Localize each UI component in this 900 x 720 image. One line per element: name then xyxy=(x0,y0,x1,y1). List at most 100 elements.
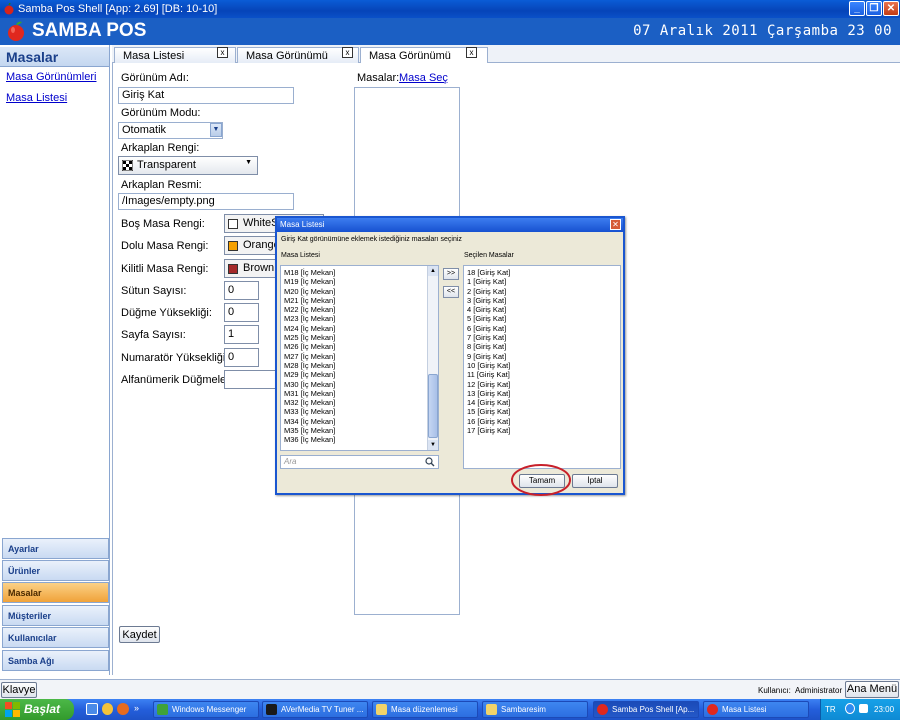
list-item[interactable]: 7 [Giriş Kat] xyxy=(467,333,510,342)
view-name-input[interactable]: Giriş Kat xyxy=(118,87,294,104)
list-item[interactable]: M21 [İç Mekan] xyxy=(284,296,335,305)
search-icon xyxy=(425,457,435,467)
list-item[interactable]: M33 [İç Mekan] xyxy=(284,407,335,416)
list-item[interactable]: 9 [Giriş Kat] xyxy=(467,352,510,361)
messenger-icon[interactable] xyxy=(102,703,113,715)
list-item[interactable]: M18 [İç Mekan] xyxy=(284,268,335,277)
nav-products[interactable]: Ürünler xyxy=(2,560,109,581)
alnum-buttons-input[interactable] xyxy=(224,370,276,389)
nav-customers[interactable]: Müşteriler xyxy=(2,605,109,626)
list-item[interactable]: 2 [Giriş Kat] xyxy=(467,287,510,296)
list-item[interactable]: M25 [İç Mekan] xyxy=(284,333,335,342)
scrollbar[interactable]: ▲ ▼ xyxy=(427,266,438,450)
keyboard-button[interactable]: Klavye xyxy=(1,682,37,698)
folder-icon xyxy=(376,704,387,715)
scroll-up-icon[interactable]: ▲ xyxy=(428,266,438,276)
cancel-button[interactable]: İptal xyxy=(572,474,618,488)
sidebar-link-table-list[interactable]: Masa Listesi xyxy=(6,92,67,104)
taskbar-item-table-list[interactable]: Masa Listesi xyxy=(703,701,809,718)
list-item[interactable]: 10 [Giriş Kat] xyxy=(467,361,510,370)
scroll-down-icon[interactable]: ▼ xyxy=(428,440,438,450)
view-mode-select[interactable]: Otomatik ▼ xyxy=(118,122,223,139)
list-item[interactable]: M19 [İç Mekan] xyxy=(284,277,335,286)
minimize-button[interactable]: _ xyxy=(849,1,865,16)
nav-tables[interactable]: Masalar xyxy=(2,582,109,603)
columns-input[interactable]: 0 xyxy=(224,281,259,300)
tab-close-icon[interactable]: x xyxy=(217,47,228,58)
columns-label: Sütun Sayısı: xyxy=(121,285,187,297)
list-item[interactable]: 12 [Giriş Kat] xyxy=(467,380,510,389)
list-item[interactable]: M31 [İç Mekan] xyxy=(284,389,335,398)
restore-button[interactable]: ❐ xyxy=(866,1,882,16)
list-item[interactable]: 18 [Giriş Kat] xyxy=(467,268,510,277)
list-item[interactable]: 17 [Giriş Kat] xyxy=(467,426,510,435)
taskbar-item-folder-sambaresim[interactable]: Sambaresim xyxy=(482,701,588,718)
ok-button[interactable]: Tamam xyxy=(519,474,565,488)
taskbar-item-folder-table-edit[interactable]: Masa düzenlemesi xyxy=(372,701,478,718)
list-item[interactable]: M36 [İç Mekan] xyxy=(284,435,335,444)
volume-icon[interactable] xyxy=(859,704,868,713)
numerator-height-label: Numaratör Yüksekliği: xyxy=(121,352,229,364)
nav-settings[interactable]: Ayarlar xyxy=(2,538,109,559)
list-item[interactable]: M30 [İç Mekan] xyxy=(284,380,335,389)
list-item[interactable]: 6 [Giriş Kat] xyxy=(467,324,510,333)
list-item[interactable]: 11 [Giriş Kat] xyxy=(467,370,510,379)
list-item[interactable]: M32 [İç Mekan] xyxy=(284,398,335,407)
available-tables-list[interactable]: M18 [İç Mekan] M19 [İç Mekan] M20 [İç Meka… xyxy=(280,265,439,451)
add-tables-button[interactable]: >> xyxy=(443,268,459,280)
list-item[interactable]: 16 [Giriş Kat] xyxy=(467,417,510,426)
list-item[interactable]: M26 [İç Mekan] xyxy=(284,342,335,351)
selected-tables-list[interactable]: 18 [Giriş Kat] 1 [Giriş Kat] 2 [Giriş Kat]… xyxy=(463,265,621,469)
taskbar-item-avermedia[interactable]: AVerMedia TV Tuner ... xyxy=(262,701,368,718)
show-desktop-icon[interactable] xyxy=(86,703,98,715)
taskbar-item-samba-pos[interactable]: Samba Pos Shell [Ap... xyxy=(593,701,699,718)
start-button[interactable]: Başlat xyxy=(0,699,74,720)
language-indicator[interactable]: TR xyxy=(825,705,836,714)
list-item[interactable]: 8 [Giriş Kat] xyxy=(467,342,510,351)
network-icon[interactable] xyxy=(845,703,855,714)
tab-table-view-list[interactable]: Masa Görünümü Liste xyxy=(237,47,359,74)
bg-color-select[interactable]: Transparent ▼ xyxy=(118,156,258,175)
list-item[interactable]: M23 [İç Mekan] xyxy=(284,314,335,323)
list-item[interactable]: M29 [İç Mekan] xyxy=(284,370,335,379)
close-window-button[interactable]: ✕ xyxy=(883,1,899,16)
remove-tables-button[interactable]: << xyxy=(443,286,459,298)
numerator-height-input[interactable]: 0 xyxy=(224,348,259,367)
quicklaunch-more-icon[interactable]: » xyxy=(134,703,139,713)
list-item[interactable]: M35 [İç Mekan] xyxy=(284,426,335,435)
nav-samba-network[interactable]: Samba Ağı xyxy=(2,650,109,671)
list-item[interactable]: 3 [Giriş Kat] xyxy=(467,296,510,305)
tab-close-icon[interactable]: x xyxy=(466,47,477,58)
sidebar-link-table-views[interactable]: Masa Görünümleri xyxy=(6,71,96,83)
chevron-down-icon[interactable]: ▼ xyxy=(210,123,222,137)
empty-color-value: WhiteS xyxy=(243,217,279,229)
dialog-instruction: Giriş Kat görünümüne eklemek istediğiniz… xyxy=(281,236,462,243)
table-list-dialog: Masa Listesi ✕ Giriş Kat görünümüne ekle… xyxy=(275,216,625,496)
list-item[interactable]: M20 [İç Mekan] xyxy=(284,287,335,296)
list-item[interactable]: 13 [Giriş Kat] xyxy=(467,389,510,398)
list-item[interactable]: M27 [İç Mekan] xyxy=(284,352,335,361)
scrollbar-thumb[interactable] xyxy=(428,374,438,438)
firefox-icon[interactable] xyxy=(117,703,129,715)
dialog-close-icon[interactable]: ✕ xyxy=(610,219,621,230)
color-swatch xyxy=(228,219,238,229)
nav-users[interactable]: Kullanıcılar xyxy=(2,627,109,648)
list-item[interactable]: 4 [Giriş Kat] xyxy=(467,305,510,314)
search-input[interactable]: Ara xyxy=(280,455,439,469)
list-item[interactable]: M28 [İç Mekan] xyxy=(284,361,335,370)
button-height-input[interactable]: 0 xyxy=(224,303,259,322)
main-menu-button[interactable]: Ana Menü xyxy=(845,681,899,698)
list-item[interactable]: 14 [Giriş Kat] xyxy=(467,398,510,407)
save-button[interactable]: Kaydet xyxy=(119,626,160,643)
page-count-input[interactable]: 1 xyxy=(224,325,259,344)
taskbar-item-messenger[interactable]: Windows Messenger xyxy=(153,701,259,718)
list-item[interactable]: M22 [İç Mekan] xyxy=(284,305,335,314)
list-item[interactable]: 15 [Giriş Kat] xyxy=(467,407,510,416)
list-item[interactable]: M24 [İç Mekan] xyxy=(284,324,335,333)
tab-close-icon[interactable]: x xyxy=(342,47,353,58)
select-tables-link[interactable]: Masa Seç xyxy=(399,72,448,84)
list-item[interactable]: 5 [Giriş Kat] xyxy=(467,314,510,323)
list-item[interactable]: M34 [İç Mekan] xyxy=(284,417,335,426)
list-item[interactable]: 1 [Giriş Kat] xyxy=(467,277,510,286)
bg-image-input[interactable]: /Images/empty.png xyxy=(118,193,294,210)
